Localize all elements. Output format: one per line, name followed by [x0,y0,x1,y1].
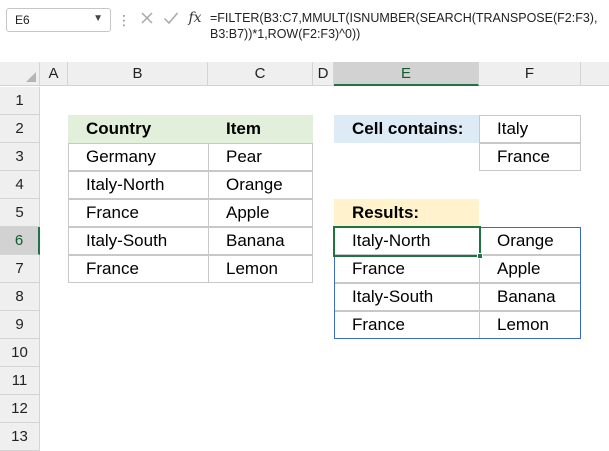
row-header-10[interactable]: 10 [0,339,40,367]
cell-f7[interactable]: Apple [479,255,581,283]
row-header-9[interactable]: 9 [0,311,40,339]
cell-f3[interactable]: France [479,143,581,171]
formula-input[interactable]: =FILTER(B3:C7,MMULT(ISNUMBER(SEARCH(TRAN… [210,10,605,42]
row-header-13[interactable]: 13 [0,423,40,451]
cell-b5[interactable]: France [68,199,209,227]
cell-c6[interactable]: Banana [208,227,313,255]
row-header-5[interactable]: 5 [0,199,40,227]
column-header-a[interactable]: A [40,62,68,86]
cell-f6[interactable]: Orange [479,227,581,255]
cell-e6[interactable]: Italy-North [334,227,480,255]
fill-handle[interactable] [477,253,483,259]
row-header-1[interactable]: 1 [0,87,40,115]
row-header-3[interactable]: 3 [0,143,40,171]
cancel-icon[interactable] [136,7,158,29]
cell-b6[interactable]: Italy-South [68,227,209,255]
cell-c3[interactable]: Pear [208,143,313,171]
cell-f8[interactable]: Banana [479,283,581,311]
row-header-11[interactable]: 11 [0,367,40,395]
cell-c7[interactable]: Lemon [208,255,313,283]
enter-check-icon[interactable] [160,7,182,29]
column-header-d[interactable]: D [313,62,334,86]
select-all-corner[interactable] [0,62,40,86]
cell-b3[interactable]: Germany [68,143,209,171]
cell-f2[interactable]: Italy [479,115,581,143]
insert-function-icon[interactable]: fx [184,7,206,29]
row-header-2[interactable]: 2 [0,115,40,143]
column-header-g[interactable] [581,62,609,86]
name-box[interactable]: E6 ▼ [6,8,111,32]
column-header-f[interactable]: F [479,62,581,86]
cell-c4[interactable]: Orange [208,171,313,199]
column-header-c[interactable]: C [208,62,313,86]
row-header-8[interactable]: 8 [0,283,40,311]
chevron-down-icon[interactable]: ▼ [93,13,103,24]
cell-c2-item-header[interactable]: Item [208,115,313,143]
cell-c5[interactable]: Apple [208,199,313,227]
name-box-value: E6 [15,13,30,27]
row-header-6[interactable]: 6 [0,227,40,255]
column-header-e[interactable]: E [334,62,479,86]
cell-b7[interactable]: France [68,255,209,283]
cell-b2-country-header[interactable]: Country [68,115,209,143]
cell-e8[interactable]: Italy-South [334,283,480,311]
cell-f9[interactable]: Lemon [479,311,581,339]
formula-bar: E6 ▼ ⋮ fx =FILTER(B3:C7,MMULT(ISNUMBER(S… [0,0,609,52]
cell-e2-criteria-label[interactable]: Cell contains: [334,115,480,143]
more-dots-icon: ⋮ [117,12,131,28]
column-header-b[interactable]: B [68,62,208,86]
row-header-7[interactable]: 7 [0,255,40,283]
row-header-4[interactable]: 4 [0,171,40,199]
cell-b4[interactable]: Italy-North [68,171,209,199]
row-header-12[interactable]: 12 [0,395,40,423]
cell-e7[interactable]: France [334,255,480,283]
cell-e5-results-label[interactable]: Results: [334,199,479,227]
cell-e9[interactable]: France [334,311,480,339]
